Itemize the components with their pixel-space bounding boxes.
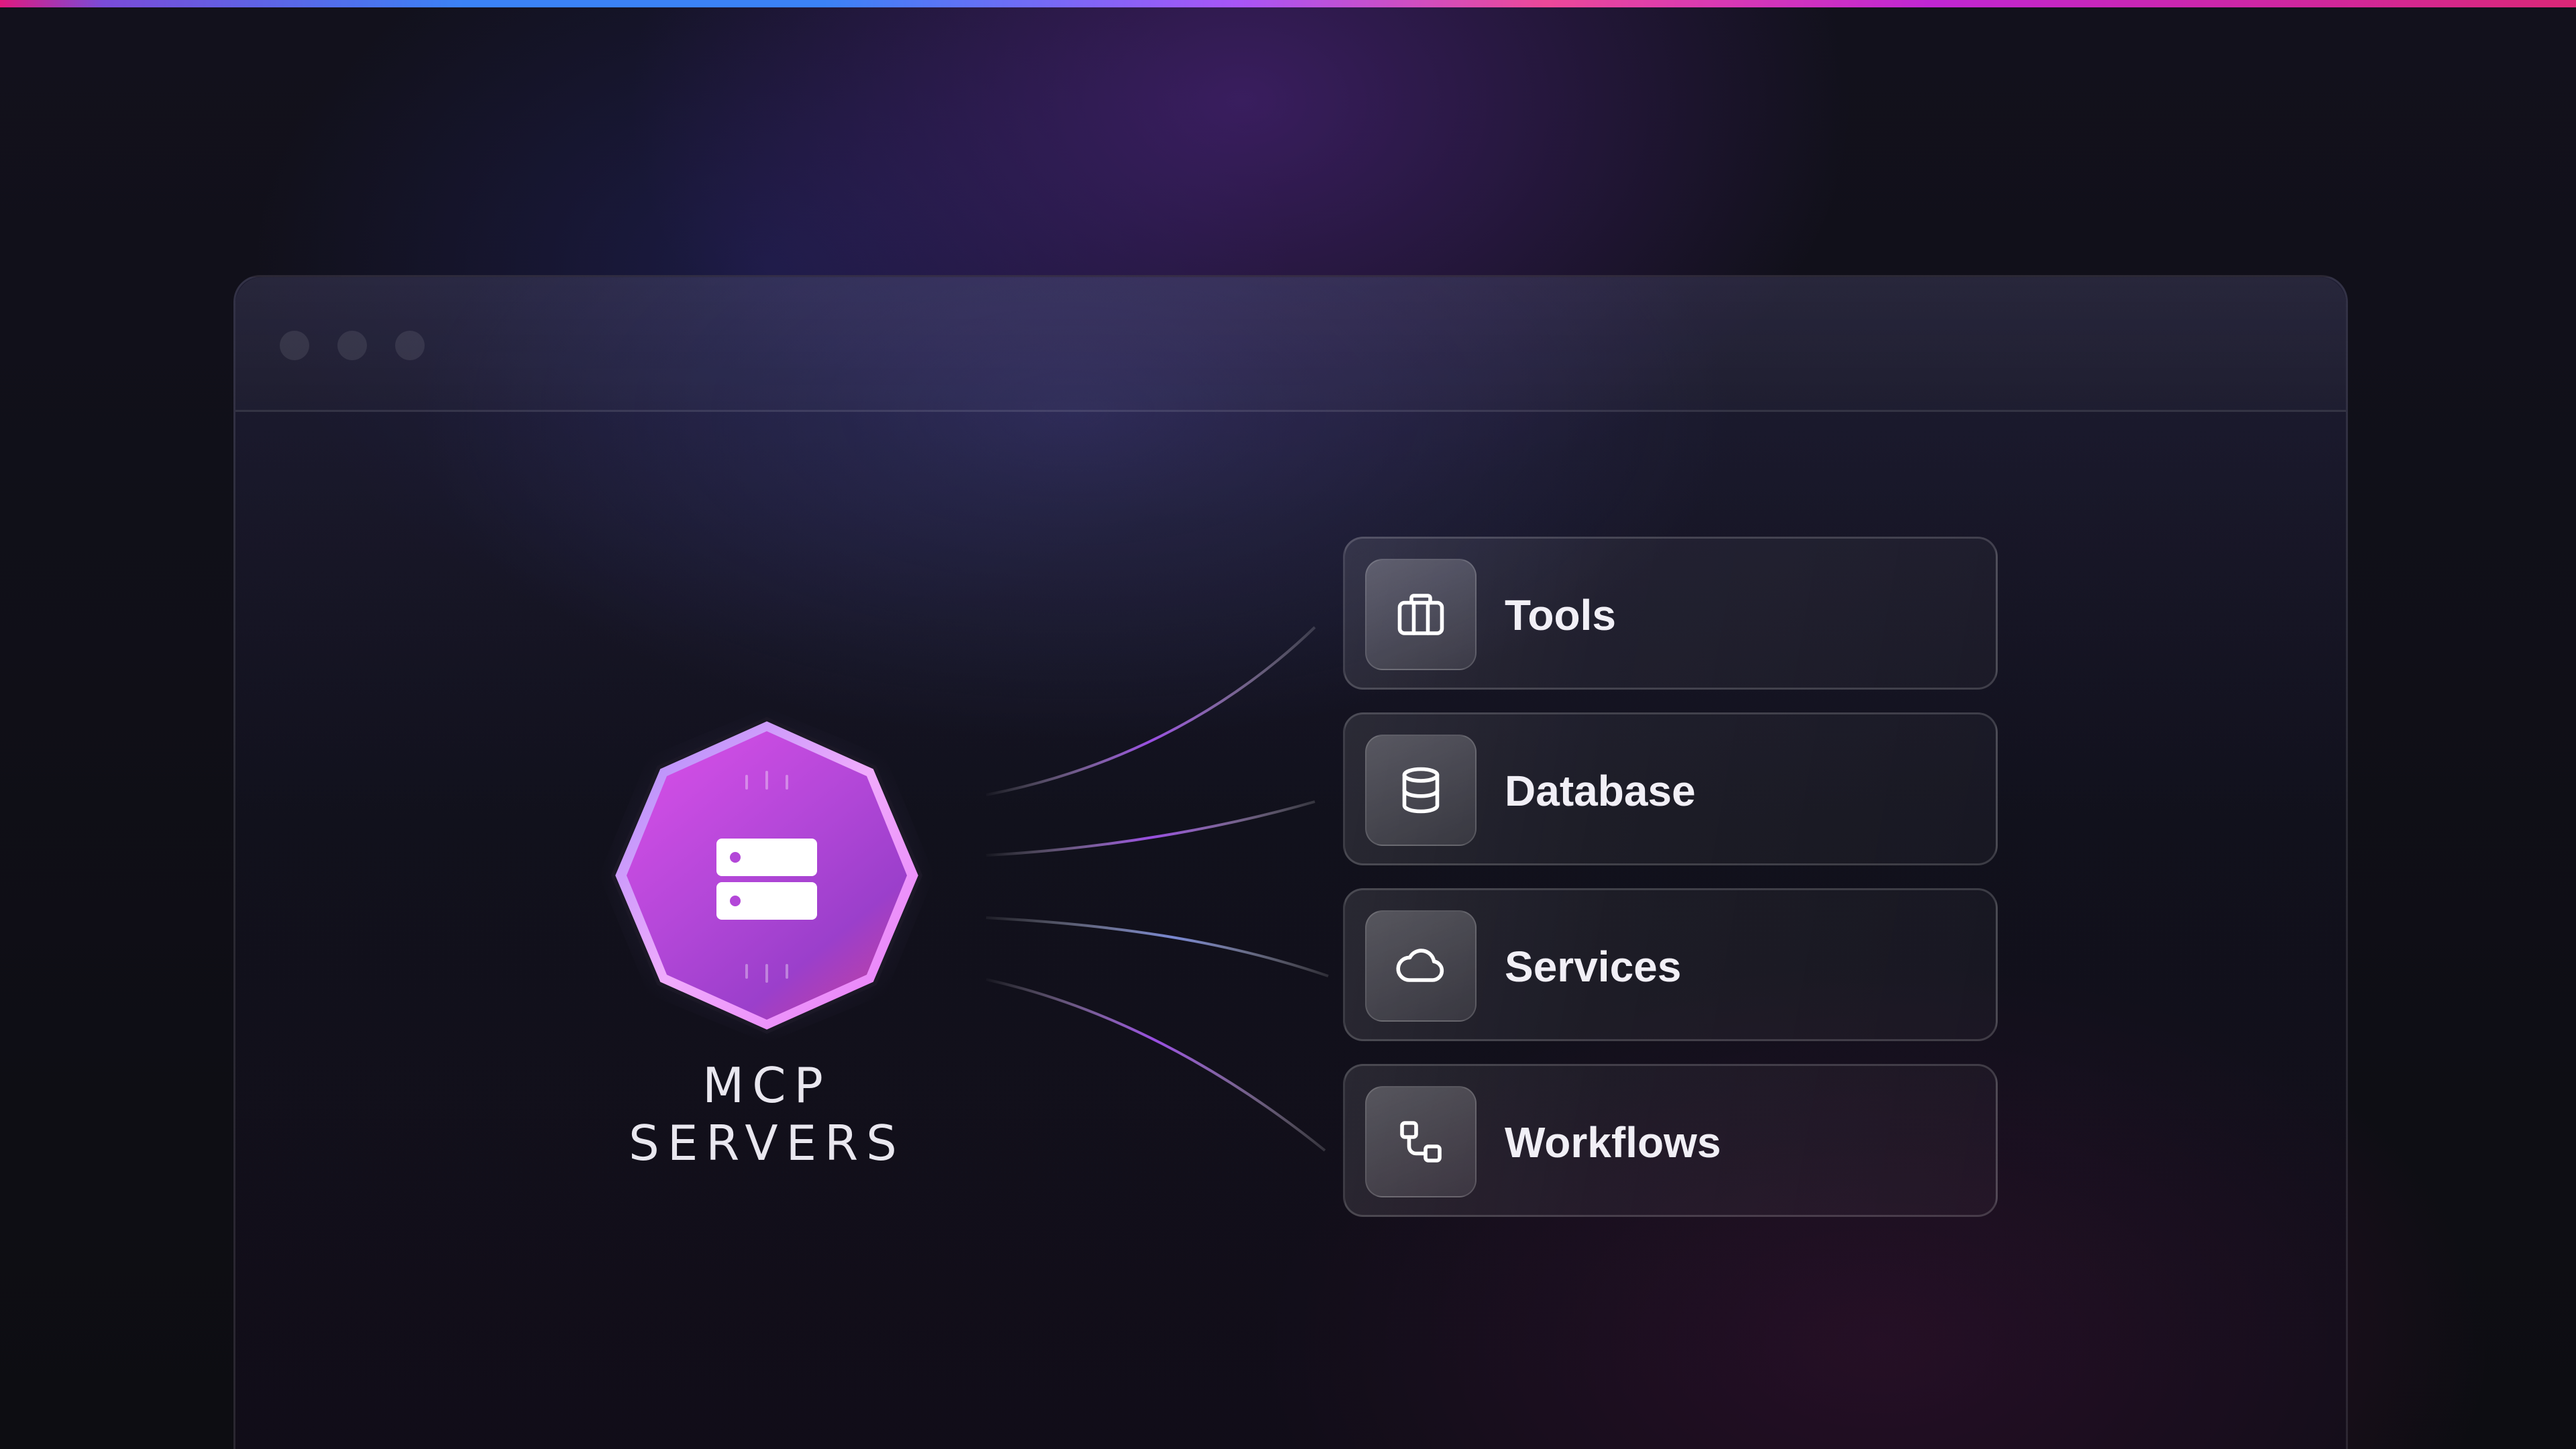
capability-card-workflows[interactable]: Workflows	[1343, 1064, 1998, 1217]
title-line-mcp: MCP	[702, 1057, 831, 1114]
mcp-server-badge[interactable]	[589, 701, 945, 1057]
title-line-servers: SERVERS	[629, 1115, 905, 1171]
capability-card-database[interactable]: Database	[1343, 712, 1998, 865]
database-icon	[1365, 735, 1477, 846]
capability-label: Workflows	[1505, 1118, 1721, 1167]
capability-label: Database	[1505, 767, 1696, 815]
connector-services	[985, 916, 1329, 977]
briefcase-icon	[1365, 559, 1477, 670]
connector-workflows	[985, 978, 1326, 1152]
connector-lines	[985, 626, 1329, 1152]
mcp-servers-title: MCP SERVERS	[537, 1057, 997, 1172]
capability-card-services[interactable]: Services	[1343, 888, 1998, 1041]
capability-label: Tools	[1505, 591, 1616, 639]
hero-canvas: MCP SERVERS Tools Database Services Work…	[0, 0, 2576, 1449]
cloud-icon	[1365, 910, 1477, 1022]
workflow-icon	[1365, 1086, 1477, 1197]
connector-database	[985, 800, 1316, 857]
connector-tools	[985, 626, 1316, 796]
capability-card-tools[interactable]: Tools	[1343, 537, 1998, 690]
capability-label: Services	[1505, 943, 1682, 991]
